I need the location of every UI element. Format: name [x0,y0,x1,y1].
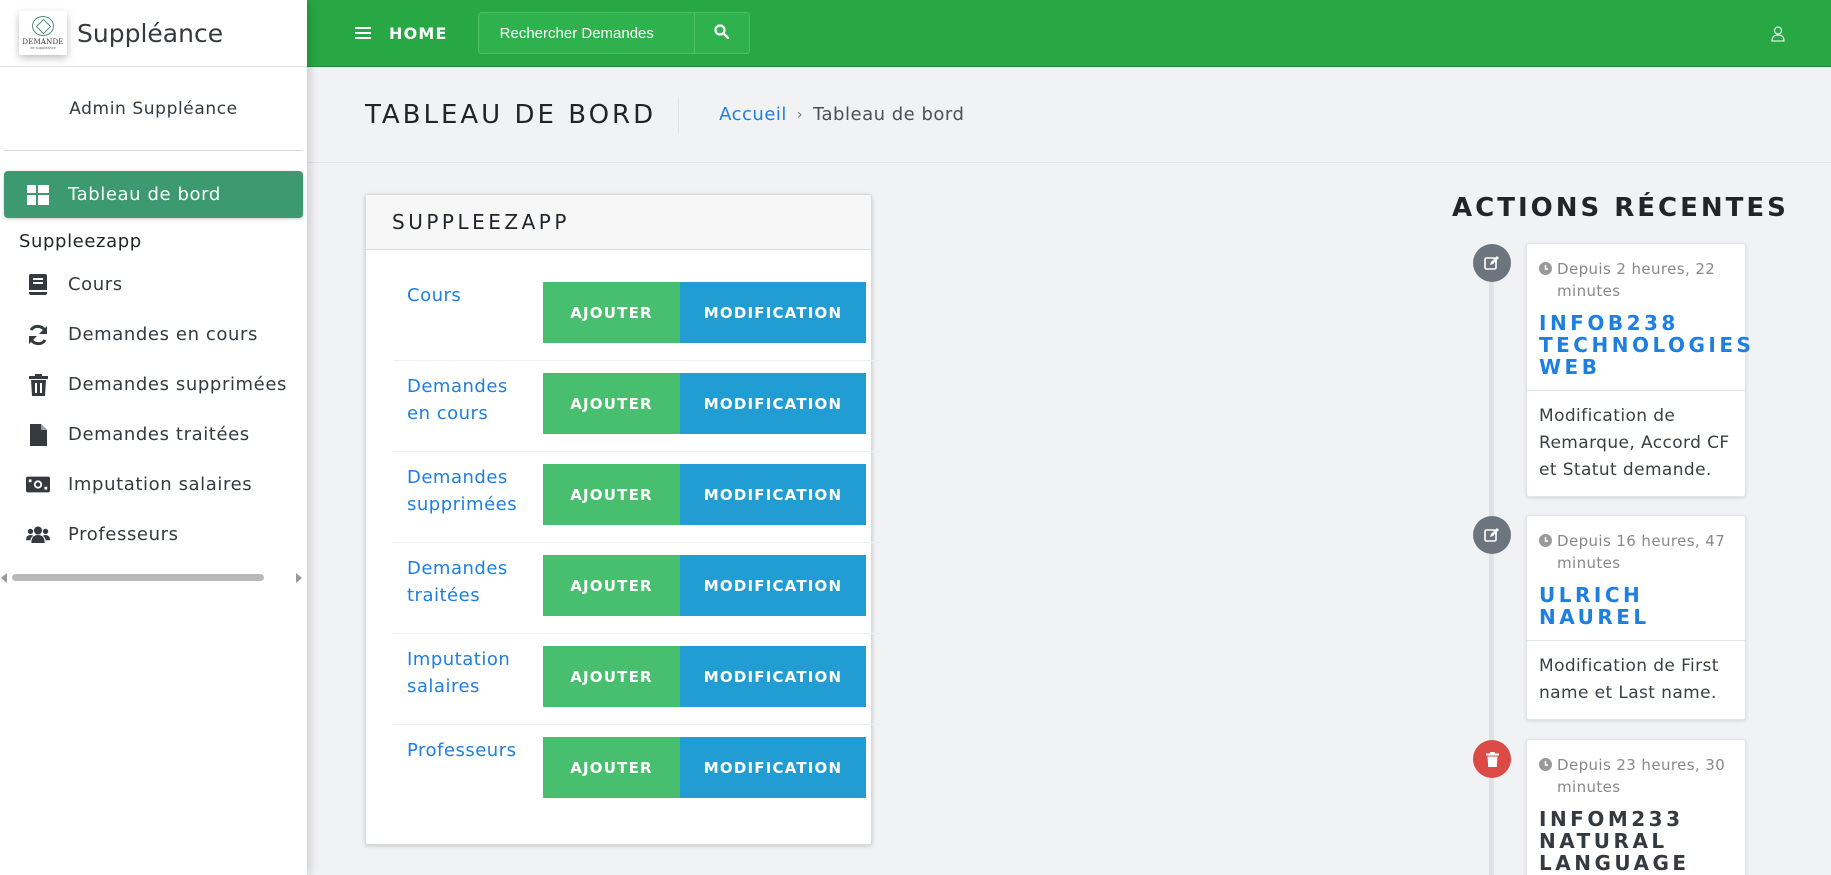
sync-icon [26,324,50,346]
add-imputation-salaires-button[interactable]: AJOUTER [543,646,680,707]
change-demandes-traitees-button[interactable]: MODIFICATION [680,555,866,616]
breadcrumb: Accueil › Tableau de bord [719,104,964,125]
hamburger-menu-icon[interactable] [355,27,371,39]
home-link[interactable]: HOME [389,24,448,43]
model-link-imputation-salaires[interactable]: Imputation salaires [407,646,527,700]
clock-icon [1539,534,1552,547]
sidebar-item-label: Professeurs [68,524,179,545]
action-description: Modification de Remarque, Accord CF et S… [1527,390,1745,496]
action-time-text: Depuis 23 heures, 30 minutes [1557,756,1726,796]
breadcrumb-separator: › [796,106,804,123]
dashboard-icon [26,184,50,206]
sidebar-item-demandes-traitees[interactable]: Demandes traitées [4,411,303,458]
sidebar-nav: Tableau de bord Suppleezapp Cours Demand… [0,151,307,558]
brand-title: Suppléance [77,18,224,48]
sidebar-item-label: Imputation salaires [68,474,253,495]
action-description: Modification de First name et Last name. [1527,640,1745,719]
trash-icon [26,373,50,396]
change-cours-button[interactable]: MODIFICATION [680,282,866,343]
content-header: TABLEAU DE BORD Accueil › Tableau de bor… [307,67,1831,163]
edit-icon [1473,244,1511,282]
search-icon [714,24,730,42]
module-row-demandes-supprimees: Demandes supprimées AJOUTER MODIFICATION [393,452,883,543]
file-icon [26,423,50,446]
change-demandes-supprimees-button[interactable]: MODIFICATION [680,464,866,525]
search-button[interactable] [693,13,749,53]
trash-icon [1473,740,1511,778]
model-link-demandes-traitees[interactable]: Demandes traitées [407,555,527,609]
action-object-link[interactable]: INFOB238 TECHNOLOGIES WEB [1539,312,1751,378]
sidebar-item-imputation-salaires[interactable]: Imputation salaires [4,461,303,508]
scroll-right-arrow-icon[interactable] [296,573,302,583]
timeline-line [1489,265,1494,875]
change-professeurs-button[interactable]: MODIFICATION [680,737,866,798]
search-input[interactable] [478,13,694,53]
user-name[interactable]: Admin Suppléance [69,99,238,119]
sidebar-item-label: Demandes supprimées [68,374,288,395]
search-form [477,12,750,54]
module-row-professeurs: Professeurs AJOUTER MODIFICATION [393,725,883,816]
module-row-demandes-en-cours: Demandes en cours AJOUTER MODIFICATION [393,361,883,452]
sidebar-section-header[interactable]: Suppleezapp [4,221,303,261]
sidebar-item-cours[interactable]: Cours [4,261,303,308]
add-cours-button[interactable]: AJOUTER [543,282,680,343]
user-menu-icon[interactable] [1771,26,1785,46]
module-rows: Cours AJOUTER MODIFICATION Demandes en c… [366,250,883,816]
money-icon [26,474,50,496]
app-module-card: SUPPLEEZAPP Cours AJOUTER MODIFICATION D… [365,194,883,845]
brand-link[interactable]: DEMANDE de suppléance Suppléance [0,0,307,67]
users-icon [26,524,50,546]
action-time: Depuis 2 heures, 22 minutes [1539,258,1733,302]
recent-action-item: Depuis 16 heures, 47 minutes ULRICH NAUR… [1526,515,1746,720]
add-demandes-supprimees-button[interactable]: AJOUTER [543,464,680,525]
add-demandes-en-cours-button[interactable]: AJOUTER [543,373,680,434]
module-title[interactable]: SUPPLEEZAPP [366,195,871,250]
user-panel[interactable]: Admin Suppléance [4,67,303,151]
breadcrumb-current: Tableau de bord [813,104,965,125]
action-object-name: INFOM233 NATURAL LANGUAGE [1539,807,1690,875]
action-time-text: Depuis 2 heures, 22 minutes [1557,260,1716,300]
edit-icon [1473,516,1511,554]
breadcrumb-home-link[interactable]: Accueil [719,104,787,125]
sidebar-item-demandes-supprimees[interactable]: Demandes supprimées [4,361,303,408]
action-time: Depuis 23 heures, 30 minutes [1539,754,1733,798]
action-time-text: Depuis 16 heures, 47 minutes [1557,532,1726,572]
model-link-cours[interactable]: Cours [407,282,527,309]
brand-logo: DEMANDE de suppléance [19,11,67,55]
recent-action-item: Depuis 2 heures, 22 minutes INFOB238 TEC… [1526,243,1751,497]
logo-word: DEMANDE [22,38,64,46]
model-link-demandes-en-cours[interactable]: Demandes en cours [407,373,527,427]
sidebar-item-label: Tableau de bord [68,184,221,205]
model-link-professeurs[interactable]: Professeurs [407,737,527,764]
change-demandes-en-cours-button[interactable]: MODIFICATION [680,373,866,434]
sidebar-item-professeurs[interactable]: Professeurs [4,511,303,558]
clock-icon [1539,758,1552,771]
main-sidebar: DEMANDE de suppléance Suppléance Admin S… [0,0,307,875]
add-demandes-traitees-button[interactable]: AJOUTER [543,555,680,616]
change-imputation-salaires-button[interactable]: MODIFICATION [680,646,866,707]
sidebar-item-label: Cours [68,274,123,295]
model-link-demandes-supprimees[interactable]: Demandes supprimées [407,464,527,518]
recent-action-item: Depuis 23 heures, 30 minutes INFOM233 NA… [1526,739,1746,875]
action-object-link[interactable]: ULRICH NAUREL [1539,584,1733,628]
clock-icon [1539,262,1552,275]
sidebar-item-demandes-en-cours[interactable]: Demandes en cours [4,311,303,358]
top-navbar: HOME [307,0,1831,67]
logo-sub: de suppléance [30,46,56,50]
recent-actions-title: ACTIONS RÉCENTES [1452,193,1789,223]
add-professeurs-button[interactable]: AJOUTER [543,737,680,798]
action-time: Depuis 16 heures, 47 minutes [1539,530,1733,574]
sidebar-item-label: Demandes traitées [68,424,250,445]
module-row-demandes-traitees: Demandes traitées AJOUTER MODIFICATION [393,543,883,634]
scrollbar-thumb[interactable] [12,574,264,581]
page-title: TABLEAU DE BORD [365,96,680,133]
sidebar-item-dashboard[interactable]: Tableau de bord [4,171,303,218]
module-row-imputation-salaires: Imputation salaires AJOUTER MODIFICATION [393,634,883,725]
sidebar-item-label: Demandes en cours [68,324,259,345]
scroll-left-arrow-icon[interactable] [1,573,7,583]
module-row-cours: Cours AJOUTER MODIFICATION [393,270,883,361]
book-icon [26,274,50,296]
logo-emblem [32,16,54,36]
sidebar-horizontal-scrollbar[interactable] [0,570,307,584]
